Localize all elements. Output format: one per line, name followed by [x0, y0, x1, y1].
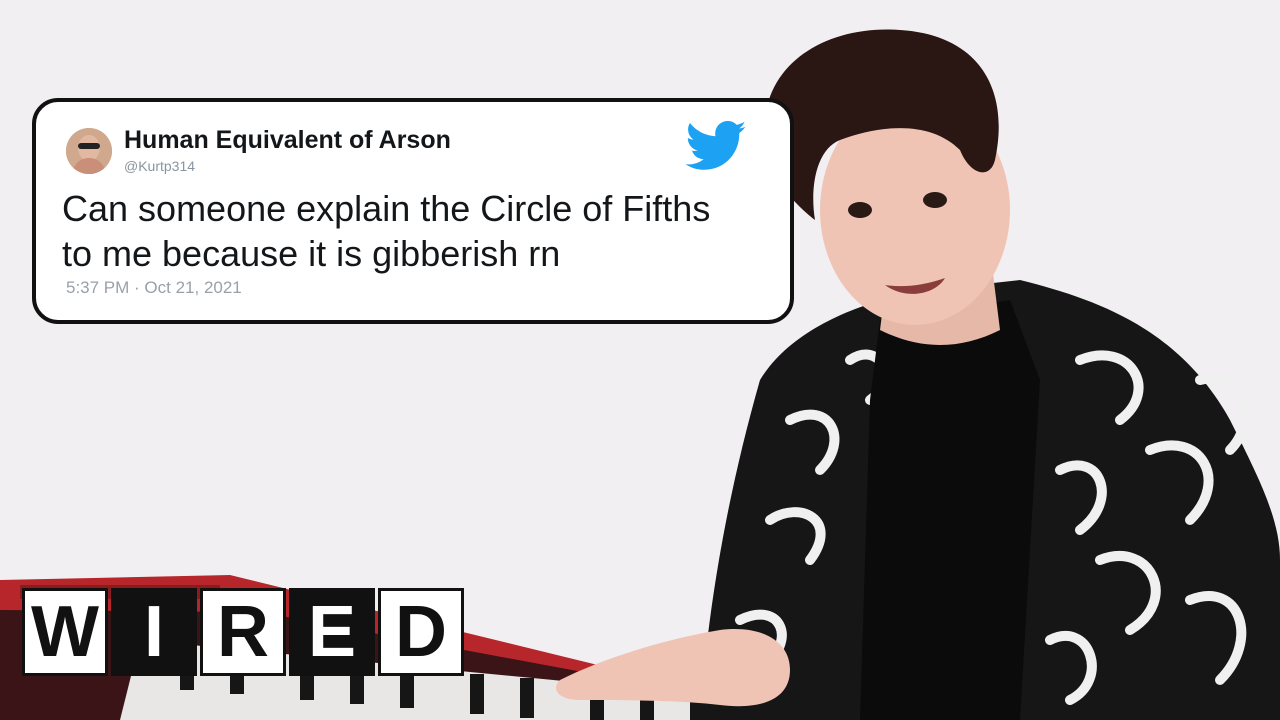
tweet-text-line-1: Can someone explain the Circle of Fifths — [62, 188, 711, 229]
avatar — [66, 128, 112, 174]
tweet-display-name: Human Equivalent of Arson — [124, 126, 451, 154]
tweet-text: Can someone explain the Circle of Fifths… — [62, 186, 782, 276]
logo-letter-e: E — [289, 588, 375, 676]
logo-letter-i: I — [111, 588, 197, 676]
twitter-bird-icon — [685, 120, 746, 170]
logo-letter-r: R — [200, 588, 286, 676]
logo-letter-d: D — [378, 588, 464, 676]
tweet-card: Human Equivalent of Arson @Kurtp314 Can … — [32, 98, 794, 324]
tweet-handle: @Kurtp314 — [124, 158, 196, 174]
video-frame: Human Equivalent of Arson @Kurtp314 Can … — [0, 0, 1280, 720]
tweet-timestamp: 5:37 PM · Oct 21, 2021 — [66, 278, 242, 297]
logo-letter-w: W — [22, 588, 108, 676]
tweet-text-line-2: to me because it is gibberish rn — [62, 233, 561, 274]
wired-logo: W I R E D — [22, 588, 467, 680]
